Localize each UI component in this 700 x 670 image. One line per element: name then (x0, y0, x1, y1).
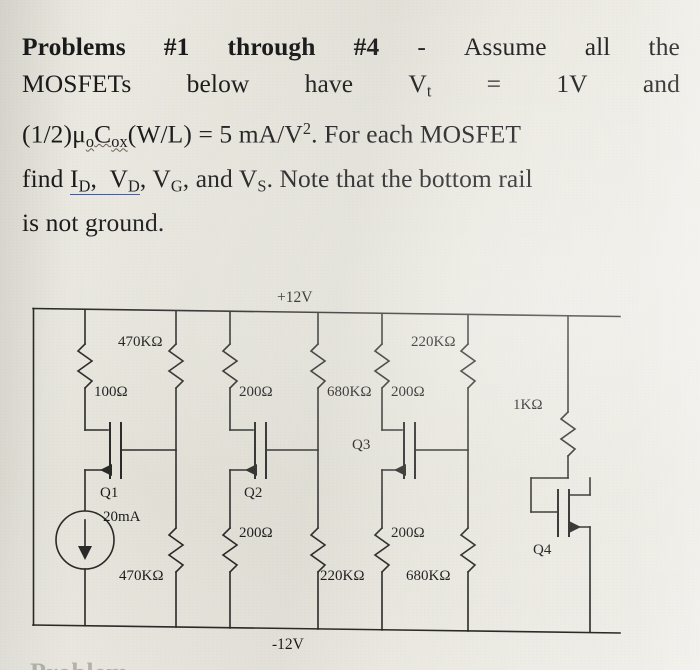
statement-token-the: the (648, 32, 680, 61)
current-source-arrowhead (78, 546, 92, 560)
resistor-label-200ohm-q3-bottom: 200Ω (391, 525, 425, 541)
volts-squared-exponent: 2 (302, 118, 312, 138)
vs-subscript: S (257, 176, 267, 196)
statement-line-4: find ID, VD, VG, and VS. Note that the b… (22, 160, 680, 205)
top-rail-label: +12V (277, 289, 313, 306)
resistor-label-200ohm-q2-top: 200Ω (239, 384, 273, 400)
resistor-label-100ohm: 100Ω (94, 384, 128, 400)
transistor-label-q1: Q1 (100, 485, 118, 501)
vs-base: V (238, 163, 258, 193)
r200-q2-top-zigzag (221, 342, 239, 390)
q1-source-arrowhead (100, 464, 112, 476)
resistor-label-1k: 1KΩ (513, 397, 542, 413)
statement-token-have: have (304, 69, 354, 98)
r100-zigzag (76, 342, 94, 390)
r1k-zigzag (559, 410, 577, 458)
id-comma: , (90, 163, 97, 193)
statement-token-all: all (584, 32, 611, 61)
statement-token-dash: - (417, 32, 426, 61)
q4-source-arrowhead (569, 521, 581, 533)
statement-token-problems: Problems (22, 32, 126, 61)
statement-token-halfmu: (1/2)μ (22, 119, 86, 149)
statement-line-5: is not ground. (22, 204, 680, 241)
resistor-label-470k-top: 470KΩ (118, 334, 162, 350)
statement-token-wl: (W/L) (127, 119, 192, 149)
statement-token-equals-2: = (198, 119, 213, 149)
statement-token-find: find (22, 163, 64, 193)
vg-subscript: G (170, 176, 183, 196)
resistor-label-200ohm-q2-bottom: 200Ω (239, 525, 273, 541)
q2-source-arrowhead (245, 464, 257, 476)
statement-token-and: and (642, 69, 680, 98)
statement-token-assume: Assume (463, 32, 547, 61)
r680k-bottom-zigzag (459, 526, 477, 574)
resistor-label-220k-top: 220KΩ (411, 334, 455, 350)
statement-token-notground: is not ground. (22, 208, 165, 238)
statement-token-vt: Vt (408, 65, 431, 110)
mu-subscript-o: o (85, 131, 95, 151)
cox-subscript-ox: ox (111, 131, 128, 151)
current-source-label: 20mA (103, 509, 141, 525)
statement-token-equals: = (486, 69, 502, 98)
q3-source-arrowhead (394, 464, 406, 476)
problem-statement: Problems #1 through #4 - Assume all the … (22, 28, 680, 241)
vt-subscript: t (426, 81, 432, 101)
r220k-bottom-zigzag (309, 526, 327, 574)
bottom-rail-label: -12V (272, 636, 305, 653)
statement-token-hash1: #1 (163, 32, 190, 61)
statement-token-id-vd-group: ID, VD (69, 163, 140, 196)
vd-subscript: D (127, 176, 140, 196)
transistor-label-q4: Q4 (533, 542, 552, 558)
r470k-bottom-zigzag (167, 526, 185, 574)
statement-token-foreach: . For each MOSFET (311, 119, 522, 149)
statement-token-and-2: and (195, 163, 233, 193)
id-base: I (69, 163, 79, 193)
bottom-rail-wire (32, 624, 621, 634)
id-subscript: D (78, 176, 91, 196)
statement-token-cox-c: C (94, 119, 112, 149)
r200-q3-bottom-zigzag (373, 526, 391, 574)
transistor-label-q2: Q2 (244, 485, 262, 501)
vd-base: V (109, 163, 128, 193)
top-rail-wire (32, 307, 621, 318)
resistor-label-220k-bottom: 220KΩ (320, 568, 364, 584)
circuit-svg: +12V -12V 100Ω 470KΩ 470KΩ 200Ω 200Ω 680… (32, 289, 621, 653)
vg-comma: , (182, 163, 190, 193)
statement-token-5ma: 5 mA/V (219, 119, 303, 149)
statement-token-vg: VG (152, 163, 183, 196)
statement-line-3: (1/2)μoCox(W/L) = 5 mA/V2. For each MOSF… (22, 110, 680, 160)
r200-q2-bottom-zigzag (221, 526, 239, 574)
r200-q3-top-zigzag (373, 342, 391, 390)
resistor-label-680k-top: 680KΩ (327, 384, 371, 400)
resistor-label-680k-bottom: 680KΩ (406, 568, 450, 584)
transistor-label-q3: Q3 (352, 437, 370, 453)
statement-token-1v: 1V (556, 69, 588, 98)
statement-token-hash4: #4 (353, 32, 380, 61)
statement-token-vs: VS (238, 163, 267, 196)
statement-line-1: Problems #1 through #4 - Assume all the (22, 28, 680, 65)
vt-base: V (408, 69, 427, 98)
statement-token-below: below (186, 69, 250, 98)
statement-line-2: MOSFETs below have Vt = 1V and (22, 65, 680, 110)
vg-base: V (152, 163, 171, 193)
vd-comma: , (139, 163, 147, 193)
r220k-top-zigzag (459, 342, 477, 390)
circuit-diagram: +12V -12V 100Ω 470KΩ 470KΩ 200Ω 200Ω 680… (0, 282, 700, 662)
r470k-top-zigzag (167, 342, 185, 390)
statement-token-note: . Note that the bottom rail (266, 163, 533, 193)
statement-token-mosfets: MOSFETs (22, 69, 132, 98)
resistor-label-200ohm-q3-top: 200Ω (391, 384, 425, 400)
r680k-top-zigzag (309, 342, 327, 390)
resistor-label-470k-bottom: 470KΩ (119, 568, 163, 584)
scanned-page: Problems #1 through #4 - Assume all the … (0, 0, 700, 670)
statement-token-through: through (227, 32, 316, 61)
cropped-next-problem-text: Problem (30, 660, 128, 670)
